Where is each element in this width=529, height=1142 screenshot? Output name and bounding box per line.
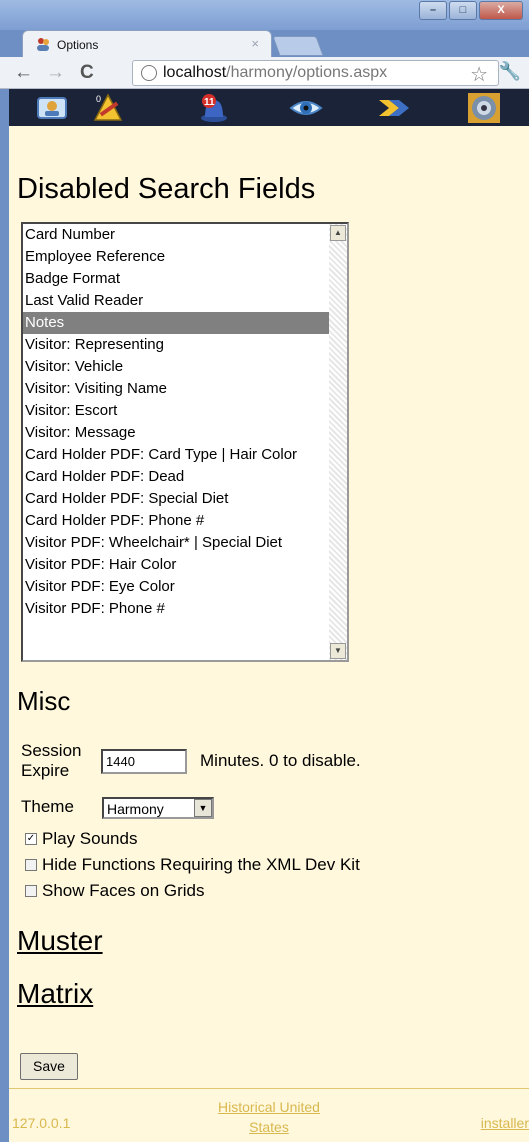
list-item[interactable]: Visitor: Message [23,422,331,444]
listbox-scrollbar[interactable]: ▲ ▼ [329,224,347,660]
theme-select[interactable]: Harmony ▼ [102,797,214,819]
forward-arrow-icon[interactable]: → [46,62,65,84]
list-item[interactable]: Visitor: Escort [23,400,331,422]
window-titlebar: – □ X [0,0,529,30]
list-item[interactable]: Card Holder PDF: Dead [23,466,331,488]
session-expire-hint: Minutes. 0 to disable. [200,751,361,770]
fields-list: Card Number Employee Reference Badge Forma… [23,224,331,620]
session-expire-input[interactable] [101,749,187,774]
session-expire-label: Session Expire [21,741,82,780]
list-item[interactable]: Visitor: Representing [23,334,331,356]
tab-close-icon[interactable]: × [251,36,259,51]
footer: 127.0.0.1 Historical United States insta… [9,1088,529,1142]
list-item[interactable]: Notes [23,312,331,334]
camera-lens-icon[interactable] [467,92,501,124]
theme-label: Theme [21,797,74,816]
wrench-menu-icon[interactable]: 🔧 [499,61,521,82]
reload-icon[interactable]: C [80,62,94,84]
new-tab-button[interactable] [272,36,324,56]
forward-arrows-icon[interactable] [377,92,411,124]
list-item[interactable]: Card Holder PDF: Phone # [23,510,331,532]
page-content: 0 11 Disabled Search Fields Card Number E… [9,89,529,1142]
theme-value: Harmony [107,801,164,817]
footer-ip: 127.0.0.1 [12,1115,71,1131]
list-item[interactable]: Visitor PDF: Eye Color [23,576,331,598]
misc-heading: Misc [17,686,71,716]
scroll-down-icon[interactable]: ▼ [330,643,346,659]
footer-user-link[interactable]: installer [481,1115,529,1131]
play-sounds-label: Play Sounds [42,829,138,848]
bookmark-star-icon[interactable]: ☆ [470,62,488,87]
list-item[interactable]: Badge Format [23,268,331,290]
hide-xml-functions-label: Hide Functions Requiring the XML Dev Kit [42,855,360,874]
save-button[interactable]: Save [20,1053,78,1080]
chevron-down-icon[interactable]: ▼ [194,799,212,817]
app-icon-toolbar: 0 11 [9,89,529,126]
hide-xml-functions-checkbox[interactable] [25,859,37,871]
list-item[interactable]: Card Number [23,224,331,246]
show-faces-label: Show Faces on Grids [42,881,205,900]
tab-title: Options [57,38,99,52]
close-window-button[interactable]: X [479,1,523,20]
scroll-up-icon[interactable]: ▲ [330,225,346,241]
url-path: /harmony/options.aspx [226,64,388,81]
disabled-search-fields-listbox[interactable]: Card Number Employee Reference Badge Forma… [21,222,349,662]
muster-link[interactable]: Muster [17,925,103,957]
badge-pencil-icon[interactable]: 0 [91,92,125,124]
url-host: localhost [163,64,227,81]
matrix-link[interactable]: Matrix [17,978,93,1010]
minimize-button[interactable]: – [419,1,447,20]
svg-text:0: 0 [96,94,101,104]
hide-xml-functions-option[interactable]: Hide Functions Requiring the XML Dev Kit [25,854,360,876]
alarm-icon[interactable]: 11 [197,92,231,124]
disabled-search-fields-heading: Disabled Search Fields [17,173,316,205]
list-item[interactable]: Visitor PDF: Wheelchair* | Special Diet [23,532,331,554]
list-item[interactable]: Visitor PDF: Hair Color [23,554,331,576]
address-bar[interactable]: localhost/harmony/options.aspx ☆ [132,60,499,86]
page-info-icon[interactable] [141,65,157,81]
eye-icon[interactable] [289,92,323,124]
back-arrow-icon[interactable]: ← [14,62,33,84]
list-item[interactable]: Last Valid Reader [23,290,331,312]
id-card-icon[interactable] [35,92,69,124]
list-item[interactable]: Visitor: Vehicle [23,356,331,378]
list-item[interactable]: Card Holder PDF: Special Diet [23,488,331,510]
play-sounds-checkbox[interactable]: ✓ [25,833,37,845]
browser-toolbar: ← → C localhost/harmony/options.aspx ☆ 🔧 [0,57,529,89]
show-faces-option[interactable]: Show Faces on Grids [25,880,205,902]
alarm-count: 11 [204,97,215,108]
show-faces-checkbox[interactable] [25,885,37,897]
people-favicon-icon [37,38,49,51]
footer-region-link[interactable]: Historical United States [189,1097,349,1137]
browser-tab[interactable]: Options × [22,30,272,57]
maximize-button[interactable]: □ [449,1,477,20]
list-item[interactable]: Visitor PDF: Phone # [23,598,331,620]
list-item[interactable]: Employee Reference [23,246,331,268]
play-sounds-option[interactable]: ✓ Play Sounds [25,828,137,850]
list-item[interactable]: Visitor: Visiting Name [23,378,331,400]
list-item[interactable]: Card Holder PDF: Card Type | Hair Color [23,444,331,466]
